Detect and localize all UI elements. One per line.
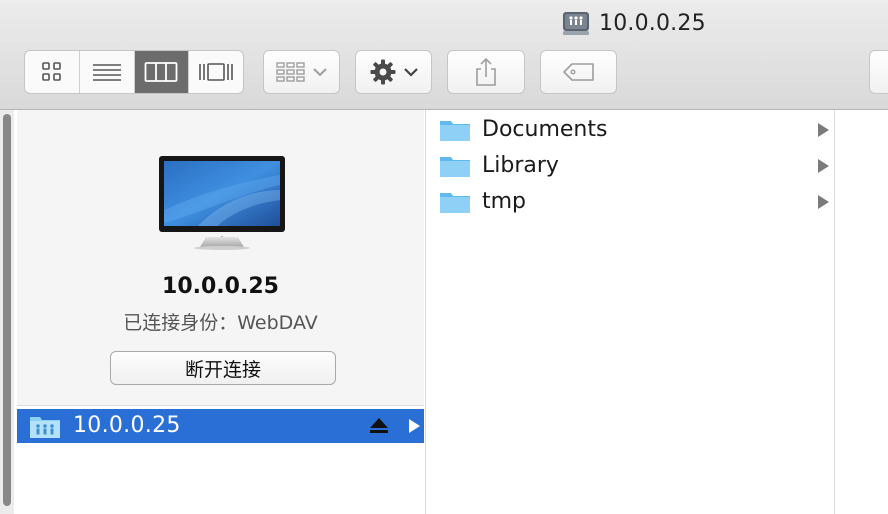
column-view-button[interactable] [134, 51, 190, 93]
browser-column-1: 10.0.0.25 已连接身份：WebDAV 断开连接 10.0.0.25 [14, 110, 426, 514]
preview-server-name: 10.0.0.25 [162, 274, 279, 299]
scrollbar-thumb[interactable] [3, 114, 11, 506]
disconnect-button[interactable]: 断开连接 [110, 351, 336, 385]
connection-status: 已连接身份：WebDAV [123, 312, 318, 334]
disclosure-arrow-icon [818, 195, 829, 209]
folder-icon [440, 121, 470, 141]
list-item-label: tmp [482, 189, 527, 214]
folder-icon [440, 193, 470, 213]
chevron-down-icon [403, 68, 418, 77]
window-title-text: 10.0.0.25 [599, 10, 706, 36]
cover-flow-icon [199, 63, 233, 81]
share-button[interactable] [447, 50, 525, 94]
list-item[interactable]: tmp [426, 184, 834, 218]
window-title: 10.0.0.25 [561, 8, 706, 38]
tag-icon [562, 63, 594, 81]
icon-view-button[interactable] [25, 51, 80, 93]
network-volume-icon [30, 417, 60, 438]
search-field-edge[interactable] [869, 50, 888, 94]
list-item-label: Library [482, 153, 559, 178]
list-item-label: Documents [482, 117, 608, 142]
list-view-button[interactable] [80, 51, 135, 93]
preview-pane: 10.0.0.25 已连接身份：WebDAV 断开连接 [17, 110, 424, 406]
browser-column-3 [835, 110, 888, 514]
monitor-icon [159, 156, 285, 250]
action-menu-button[interactable] [355, 50, 432, 94]
column-view-icon [144, 62, 178, 82]
disclosure-arrow-icon [818, 159, 829, 173]
disclosure-arrow-icon [818, 123, 829, 137]
arrange-button[interactable] [263, 50, 340, 94]
network-drive-icon [563, 12, 589, 35]
tag-button[interactable] [540, 50, 617, 94]
cover-flow-view-button[interactable] [189, 51, 243, 93]
list-item-label: 10.0.0.25 [73, 413, 181, 438]
chevron-down-icon [312, 68, 327, 77]
gear-icon [370, 59, 395, 85]
list-item[interactable]: Documents [426, 112, 834, 146]
eject-icon[interactable] [369, 417, 389, 435]
list-item-selected[interactable]: 10.0.0.25 [17, 409, 424, 443]
icon-view-icon [42, 62, 61, 81]
folder-icon [440, 157, 470, 177]
disclosure-arrow-icon [409, 419, 420, 433]
list-view-icon [92, 64, 121, 81]
vertical-scrollbar[interactable] [0, 110, 14, 514]
browser-column-2: Documents Library tmp [426, 110, 835, 514]
toolbar: 10.0.0.25 [0, 0, 888, 110]
list-item[interactable]: Library [426, 148, 834, 182]
view-mode-selector[interactable] [24, 50, 244, 94]
share-icon [476, 57, 496, 86]
arrange-grid-icon [275, 62, 305, 82]
